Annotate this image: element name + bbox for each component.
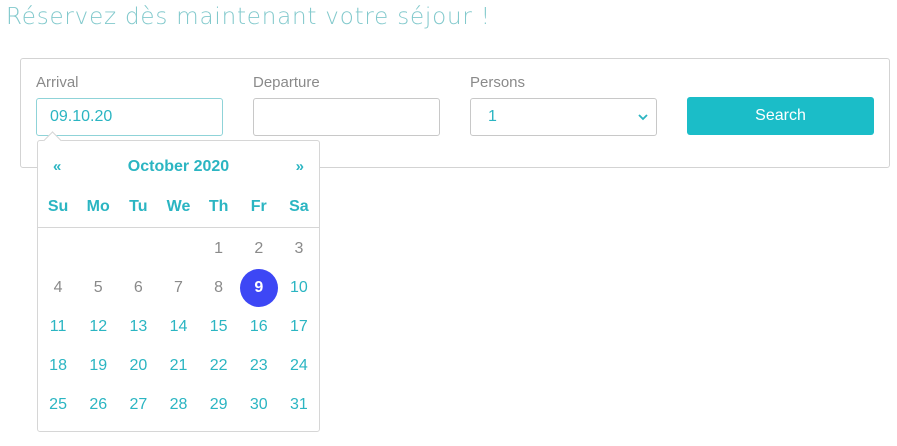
calendar-empty-cell — [38, 229, 78, 268]
calendar-day[interactable]: 28 — [158, 385, 198, 424]
calendar-day-number: 21 — [169, 356, 188, 374]
arrival-label: Arrival — [36, 74, 79, 91]
calendar-day-number: 15 — [209, 317, 228, 335]
arrival-date-group — [36, 98, 272, 136]
calendar-day[interactable]: 18 — [38, 346, 78, 385]
weekday-label: Tu — [129, 198, 148, 215]
calendar-day-number: 13 — [129, 317, 148, 335]
calendar-day[interactable]: 10 — [279, 268, 319, 307]
weekday-label: Sa — [289, 198, 309, 215]
datepicker-header: « October 2020 » — [38, 158, 319, 178]
calendar-day[interactable]: 6 — [118, 268, 158, 307]
calendar-day[interactable]: 19 — [78, 346, 118, 385]
calendar-day[interactable]: 24 — [279, 346, 319, 385]
calendar-day-number: 10 — [290, 278, 308, 296]
datepicker-popup: « October 2020 » Su Mo Tu We Th Fr Sa 12… — [37, 140, 320, 432]
calendar-day-number: 11 — [49, 317, 67, 335]
calendar-day-number: 20 — [129, 356, 148, 374]
calendar-day-selected[interactable]: 9 — [239, 268, 279, 307]
calendar-day-number: 18 — [49, 356, 67, 374]
calendar-day-number: 28 — [169, 395, 188, 413]
calendar-day-number: 1 — [214, 239, 224, 257]
calendar-day-number: 7 — [174, 278, 183, 296]
departure-date-group — [253, 98, 489, 136]
calendar-day[interactable]: 21 — [158, 346, 198, 385]
weekday-label: Th — [208, 198, 229, 215]
page-title: Réservez dès maintenant votre séjour ! — [6, 4, 491, 30]
calendar-day-number: 8 — [214, 278, 224, 296]
weekday-label: Fr — [250, 198, 267, 215]
calendar-day[interactable]: 12 — [78, 307, 118, 346]
calendar-day-number: 30 — [249, 395, 268, 413]
calendar-day[interactable]: 30 — [239, 385, 279, 424]
calendar-day-number: 16 — [249, 317, 268, 335]
calendar-day-number: 2 — [254, 239, 264, 257]
calendar-day-number: 26 — [89, 395, 108, 413]
calendar-day[interactable]: 25 — [38, 385, 78, 424]
calendar-grid: 1 2 3 4 5 6 7 8 9 10 11 12 13 14 15 16 17 18 19 20 21 22 23 24 2… — [38, 229, 319, 424]
calendar-day[interactable]: 29 — [199, 385, 239, 424]
persons-label: Persons — [470, 74, 526, 91]
month-title[interactable]: October 2020 — [38, 158, 319, 176]
calendar-day[interactable]: 31 — [279, 385, 319, 424]
calendar-week-row: 11 12 13 14 15 16 17 — [38, 307, 319, 346]
calendar-day[interactable]: 8 — [199, 268, 239, 307]
weekday-label: We — [166, 198, 191, 215]
calendar-empty-cell — [118, 229, 158, 268]
search-button[interactable]: Search — [687, 97, 874, 135]
calendar-day[interactable]: 23 — [239, 346, 279, 385]
calendar-day[interactable]: 7 — [158, 268, 198, 307]
calendar-day[interactable]: 20 — [118, 346, 158, 385]
calendar-week-row: 25 26 27 28 29 30 31 — [38, 385, 319, 424]
weekday-label: Mo — [86, 198, 110, 215]
calendar-day[interactable]: 5 — [78, 268, 118, 307]
calendar-day-number: 3 — [294, 239, 304, 257]
calendar-day-number: 23 — [249, 356, 268, 374]
calendar-day-number: 25 — [49, 395, 67, 413]
departure-label: Departure — [253, 74, 320, 91]
calendar-empty-cell — [78, 229, 118, 268]
calendar-day[interactable]: 26 — [78, 385, 118, 424]
weekday-header: Su Mo Tu We Th Fr Sa — [38, 198, 319, 216]
calendar-day-number: 4 — [53, 278, 63, 296]
calendar-week-row: 1 2 3 — [38, 229, 319, 268]
calendar-day[interactable]: 15 — [199, 307, 239, 346]
calendar-day-number: 22 — [209, 356, 228, 374]
next-month-button[interactable]: » — [296, 158, 304, 175]
calendar-day[interactable]: 1 — [199, 229, 239, 268]
calendar-day[interactable]: 17 — [279, 307, 319, 346]
calendar-day[interactable]: 2 — [239, 229, 279, 268]
calendar-day[interactable]: 16 — [239, 307, 279, 346]
chevron-down-icon — [638, 108, 648, 126]
calendar-day[interactable]: 3 — [279, 229, 319, 268]
calendar-day-number: 12 — [89, 317, 108, 335]
calendar-day-number: 27 — [129, 395, 148, 413]
calendar-day-number: 29 — [209, 395, 228, 413]
calendar-day-number: 24 — [290, 356, 308, 374]
departure-input[interactable] — [254, 99, 474, 135]
calendar-day-number: 17 — [290, 317, 308, 335]
calendar-day[interactable]: 27 — [118, 385, 158, 424]
calendar-day-number: 9 — [239, 268, 278, 307]
calendar-empty-cell — [158, 229, 198, 268]
calendar-day[interactable]: 11 — [38, 307, 78, 346]
persons-select[interactable]: 1 — [470, 98, 657, 136]
calendar-day-number: 5 — [93, 278, 103, 296]
calendar-day-number: 31 — [290, 395, 308, 413]
arrival-input[interactable] — [37, 99, 257, 135]
calendar-week-row: 18 19 20 21 22 23 24 — [38, 346, 319, 385]
calendar-day-number: 6 — [133, 278, 143, 296]
persons-selected-value: 1 — [488, 108, 497, 125]
calendar-day[interactable]: 13 — [118, 307, 158, 346]
calendar-day-number: 19 — [89, 356, 108, 374]
calendar-day[interactable]: 4 — [38, 268, 78, 307]
calendar-week-row: 4 5 6 7 8 9 10 — [38, 268, 319, 307]
calendar-day[interactable]: 22 — [199, 346, 239, 385]
calendar-day[interactable]: 14 — [158, 307, 198, 346]
calendar-day-number: 14 — [169, 317, 188, 335]
weekday-label: Su — [47, 198, 69, 215]
datepicker-divider — [38, 227, 319, 228]
